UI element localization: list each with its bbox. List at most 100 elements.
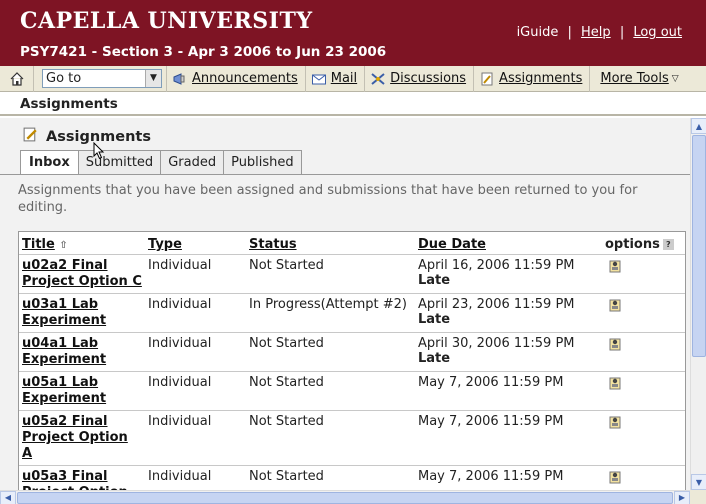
mail-link[interactable]: Mail xyxy=(331,71,357,86)
scroll-up-arrow-icon[interactable]: ▲ xyxy=(691,118,706,134)
edit-assignment-icon[interactable] xyxy=(607,469,623,485)
assignments-link[interactable]: Assignments xyxy=(499,71,582,86)
assignment-status: Not Started xyxy=(246,410,415,466)
sort-status-link[interactable]: Status xyxy=(249,237,297,252)
edit-assignment-icon[interactable] xyxy=(607,336,623,352)
edit-assignment-icon[interactable] xyxy=(607,297,623,313)
table-row: u05a1 Lab Experiment Individual Not Star… xyxy=(19,371,685,411)
toolbar-announcements[interactable]: Announcements xyxy=(166,65,306,92)
column-header-due-date[interactable]: Due Date xyxy=(415,232,602,255)
home-button[interactable] xyxy=(0,65,34,92)
due-date: April 30, 2006 11:59 PM xyxy=(418,336,575,351)
assignment-title-link[interactable]: u05a2 Final Project Option A xyxy=(22,414,128,461)
assignment-type: Individual xyxy=(145,371,246,411)
course-title: PSY7421 - Section 3 - Apr 3 2006 to Jun … xyxy=(20,44,387,60)
sort-due-date-link[interactable]: Due Date xyxy=(418,237,486,252)
sort-type-link[interactable]: Type xyxy=(148,237,182,252)
announcements-link[interactable]: Announcements xyxy=(192,71,298,86)
assignment-status: Not Started xyxy=(246,465,415,490)
late-badge: Late xyxy=(418,351,451,366)
separator: | xyxy=(619,25,625,40)
due-date: April 23, 2006 11:59 PM xyxy=(418,297,575,312)
vertical-scroll-thumb[interactable] xyxy=(692,135,706,357)
edit-assignment-icon[interactable] xyxy=(607,414,623,430)
assignment-type: Individual xyxy=(145,410,246,466)
page-title: Assignments xyxy=(22,126,151,147)
horizontal-scrollbar[interactable]: ◀ ▶ xyxy=(0,490,690,504)
more-tools-link[interactable]: More Tools xyxy=(600,71,668,86)
separator: | xyxy=(567,25,572,40)
table-row: u03a1 Lab Experiment Individual In Progr… xyxy=(19,293,685,333)
top-links: iGuide | Help | Log out xyxy=(517,25,682,40)
scroll-corner xyxy=(690,490,706,504)
due-date: May 7, 2006 11:59 PM xyxy=(418,375,564,390)
assignment-status: Not Started xyxy=(246,371,415,411)
breadcrumb: Assignments xyxy=(0,92,706,116)
column-header-type[interactable]: Type xyxy=(145,232,246,255)
toolbar-discussions[interactable]: Discussions xyxy=(365,65,475,92)
assignment-type: Individual xyxy=(145,254,246,294)
edit-assignment-icon[interactable] xyxy=(607,258,623,274)
tab-graded[interactable]: Graded xyxy=(160,150,225,174)
assignment-icon xyxy=(22,126,39,147)
divider xyxy=(0,174,690,175)
toolbar-more-tools[interactable]: More Tools ▽ xyxy=(590,66,685,92)
assignment-type: Individual xyxy=(145,293,246,333)
logout-link[interactable]: Log out xyxy=(633,25,682,40)
due-date: April 16, 2006 11:59 PM xyxy=(418,258,575,273)
tab-published[interactable]: Published xyxy=(223,150,302,174)
discussion-icon xyxy=(370,71,386,87)
university-logo: CAPELLA UNIVERSITY xyxy=(20,8,313,34)
horizontal-scroll-thumb[interactable] xyxy=(17,492,673,504)
sort-arrow-icon: ⇧ xyxy=(59,240,68,251)
scroll-right-arrow-icon[interactable]: ▶ xyxy=(674,491,690,504)
assignments-pane: Assignments Inbox Submitted Graded Publi… xyxy=(0,118,690,490)
column-header-title[interactable]: Title ⇧ xyxy=(19,232,145,255)
assignment-title-link[interactable]: u05a1 Lab Experiment xyxy=(22,375,106,406)
column-header-options: options? xyxy=(602,232,685,255)
assignment-status: Not Started xyxy=(246,254,415,294)
assignment-type: Individual xyxy=(145,465,246,490)
sort-title-link[interactable]: Title xyxy=(22,237,55,252)
edit-assignment-icon[interactable] xyxy=(607,375,623,391)
discussions-link[interactable]: Discussions xyxy=(390,71,466,86)
assignment-title-link[interactable]: u04a1 Lab Experiment xyxy=(22,336,106,367)
assignment-icon xyxy=(479,71,495,87)
assignment-title-link[interactable]: u02a2 Final Project Option C xyxy=(22,258,142,289)
home-icon xyxy=(10,71,23,86)
late-badge: Late xyxy=(418,273,451,288)
due-date: May 7, 2006 11:59 PM xyxy=(418,469,564,484)
chevron-down-icon[interactable]: ▼ xyxy=(145,70,161,87)
assignments-table: Title ⇧ Type Status Due Date options? u0… xyxy=(18,231,686,490)
goto-select[interactable]: Go to ▼ xyxy=(42,69,162,88)
scroll-down-arrow-icon[interactable]: ▼ xyxy=(691,474,706,490)
late-badge: Late xyxy=(418,312,451,327)
toolbar-mail[interactable]: Mail xyxy=(306,65,366,92)
scroll-left-arrow-icon[interactable]: ◀ xyxy=(0,491,16,504)
options-label: options xyxy=(605,237,660,252)
vertical-scrollbar[interactable]: ▲ ▼ xyxy=(690,118,706,490)
assignment-title-link[interactable]: u03a1 Lab Experiment xyxy=(22,297,106,328)
mouse-pointer-icon xyxy=(93,142,105,160)
due-date: May 7, 2006 11:59 PM xyxy=(418,414,564,429)
assignment-type: Individual xyxy=(145,332,246,372)
assignment-status: In Progress(Attempt #2) xyxy=(246,293,415,333)
table-row: u02a2 Final Project Option C Individual … xyxy=(19,254,685,294)
megaphone-icon xyxy=(172,71,188,87)
table-row: u05a3 Final Project Option B Individual … xyxy=(19,465,685,490)
table-row: u05a2 Final Project Option A Individual … xyxy=(19,410,685,466)
help-link[interactable]: Help xyxy=(581,25,611,40)
assignment-status: Not Started xyxy=(246,332,415,372)
tab-inbox[interactable]: Inbox xyxy=(20,150,79,175)
tab-submitted[interactable]: Submitted xyxy=(77,150,162,174)
goto-select-value: Go to xyxy=(46,71,82,86)
iguide-link[interactable]: iGuide xyxy=(517,25,559,40)
tab-description: Assignments that you have been assigned … xyxy=(18,183,638,215)
envelope-icon xyxy=(311,71,327,87)
course-toolbar: Go to ▼ Announcements Mail Discussions A… xyxy=(0,65,706,92)
toolbar-assignments[interactable]: Assignments xyxy=(474,65,591,92)
column-header-status[interactable]: Status xyxy=(246,232,415,255)
help-icon[interactable]: ? xyxy=(662,239,674,250)
assignment-title-link[interactable]: u05a3 Final Project Option B xyxy=(22,469,128,490)
site-header: CAPELLA UNIVERSITY PSY7421 - Section 3 -… xyxy=(0,0,706,66)
